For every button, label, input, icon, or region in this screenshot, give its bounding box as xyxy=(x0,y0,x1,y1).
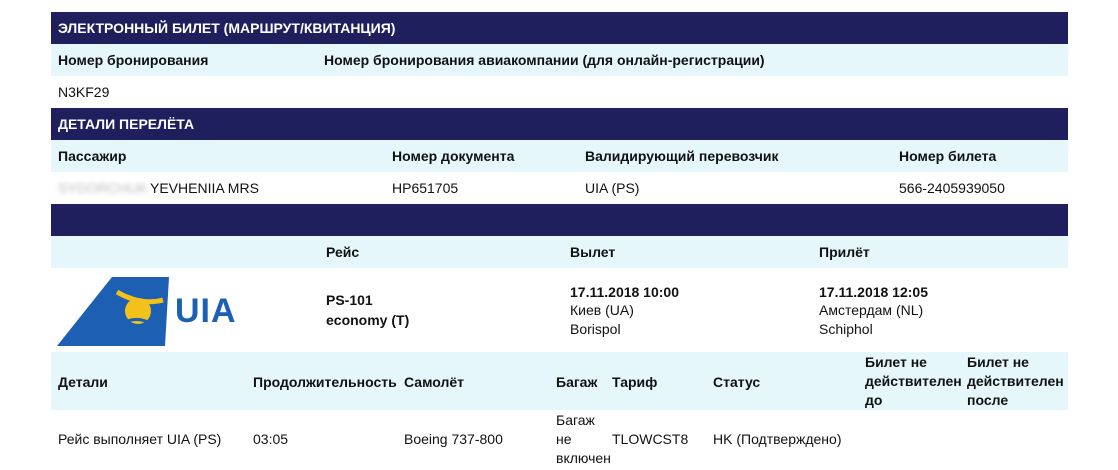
row-aircraft: Boeing 737-800 xyxy=(404,431,503,447)
departure-datetime: 17.11.2018 10:00 xyxy=(570,284,679,300)
booking-no-value: N3KF29 xyxy=(58,84,110,100)
booking-no-label: Номер бронирования xyxy=(58,52,209,68)
departure-airport: Borispol xyxy=(570,321,621,337)
arrival-city: Амстердам (NL) xyxy=(819,302,924,318)
row-fare: TLOWCST8 xyxy=(612,431,689,447)
ticket-header-title: ЭЛЕКТРОННЫЙ БИЛЕТ (МАРШРУТ/КВИТАНЦИЯ) xyxy=(58,20,396,36)
airline-booking-no-label: Номер бронирования авиакомпании (для онл… xyxy=(324,52,765,68)
passenger-name: YEVHENIIA MRS xyxy=(150,180,259,196)
ticket-no-value: 566-2405939050 xyxy=(899,180,1005,196)
uia-logo-text: UIA xyxy=(175,292,237,330)
status-col-header: Статус xyxy=(713,374,761,390)
arrival-airport: Schiphol xyxy=(819,321,873,337)
ticket-no-label: Номер билета xyxy=(899,148,997,164)
flight-details-title: ДЕТАЛИ ПЕРЕЛЁТА xyxy=(58,116,195,132)
row-baggage: Багаж не включен xyxy=(556,412,611,466)
flight-label: Рейс xyxy=(326,244,360,260)
departure-label: Вылет xyxy=(570,244,616,260)
tail-shape xyxy=(57,277,169,346)
passenger-label: Пассажир xyxy=(58,148,127,164)
arrival-label: Прилёт xyxy=(819,244,870,260)
fare-col-header: Тариф xyxy=(612,374,658,390)
departure-city: Киев (UA) xyxy=(570,302,634,318)
row-details: Рейс выполняет UIA (PS) xyxy=(58,431,222,447)
flight-details-header: ДЕТАЛИ ПЕРЕЛЁТА xyxy=(51,108,1068,140)
cabin-class: economy (T) xyxy=(326,312,410,328)
arrival-datetime: 17.11.2018 12:05 xyxy=(819,284,928,300)
passenger-surname: SYDORCHUK xyxy=(58,180,148,196)
baggage-col-header: Багаж xyxy=(556,374,598,390)
aircraft-col-header: Самолёт xyxy=(404,374,464,390)
duration-col-header: Продолжительность xyxy=(253,374,397,390)
document-label: Номер документа xyxy=(392,148,515,164)
flight-number: PS-101 xyxy=(326,292,373,308)
uia-tail-logo xyxy=(57,277,169,346)
segment-labels-band xyxy=(51,236,1068,268)
carrier-value: UIA (PS) xyxy=(585,180,640,196)
ticket-header: ЭЛЕКТРОННЫЙ БИЛЕТ (МАРШРУТ/КВИТАНЦИЯ) xyxy=(51,12,1068,44)
not-valid-after-col-header: Билет не действителен после xyxy=(967,354,1064,408)
details-col-header: Детали xyxy=(58,374,108,390)
segment-header xyxy=(51,204,1068,236)
not-valid-before-col-header: Билет не действителен до xyxy=(865,354,962,408)
row-status: HK (Подтверждено) xyxy=(713,431,842,447)
row-duration: 03:05 xyxy=(253,431,289,447)
document-value: HP651705 xyxy=(392,180,459,196)
carrier-label: Валидирующий перевозчик xyxy=(585,148,779,164)
